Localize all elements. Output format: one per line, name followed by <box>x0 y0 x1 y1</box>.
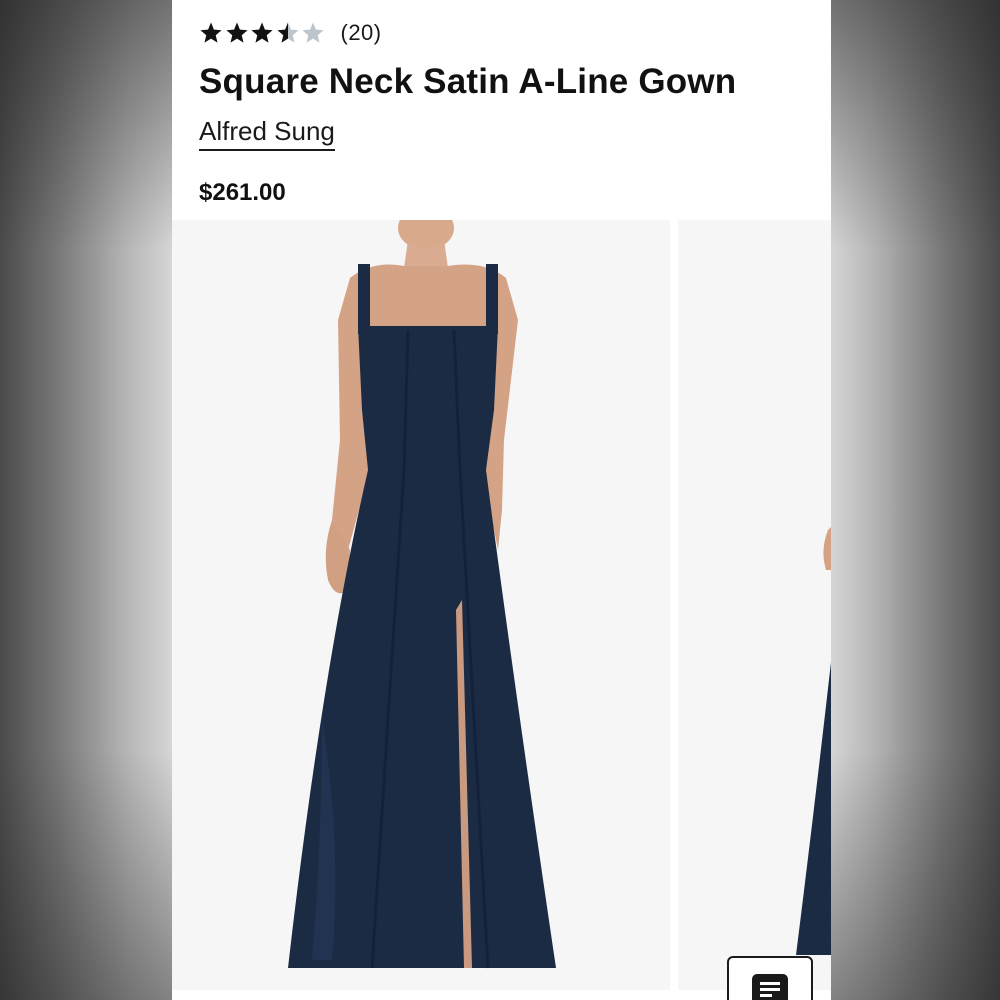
star-icon <box>225 21 249 45</box>
review-count[interactable]: (20) <box>341 20 382 46</box>
list-icon <box>752 974 788 1000</box>
star-icon <box>276 21 300 45</box>
gown-front-photo[interactable] <box>172 220 670 990</box>
star-rating <box>199 21 327 45</box>
product-page: (20) Square Neck Satin A-Line Gown Alfre… <box>172 0 831 1000</box>
star-icon <box>301 21 325 45</box>
gown-alt-photo[interactable] <box>678 220 831 990</box>
product-title: Square Neck Satin A-Line Gown <box>199 62 737 101</box>
image-gallery[interactable] <box>172 220 831 990</box>
gown-alt-illustration <box>796 527 831 955</box>
product-price: $261.00 <box>199 179 286 206</box>
gown-front-illustration <box>288 220 556 969</box>
star-icon <box>199 21 223 45</box>
rating-row[interactable]: (20) <box>199 14 831 52</box>
star-icon <box>250 21 274 45</box>
list-button[interactable] <box>727 956 813 1000</box>
product-info: (20) Square Neck Satin A-Line Gown Alfre… <box>199 14 831 207</box>
brand-link[interactable]: Alfred Sung <box>199 116 335 151</box>
